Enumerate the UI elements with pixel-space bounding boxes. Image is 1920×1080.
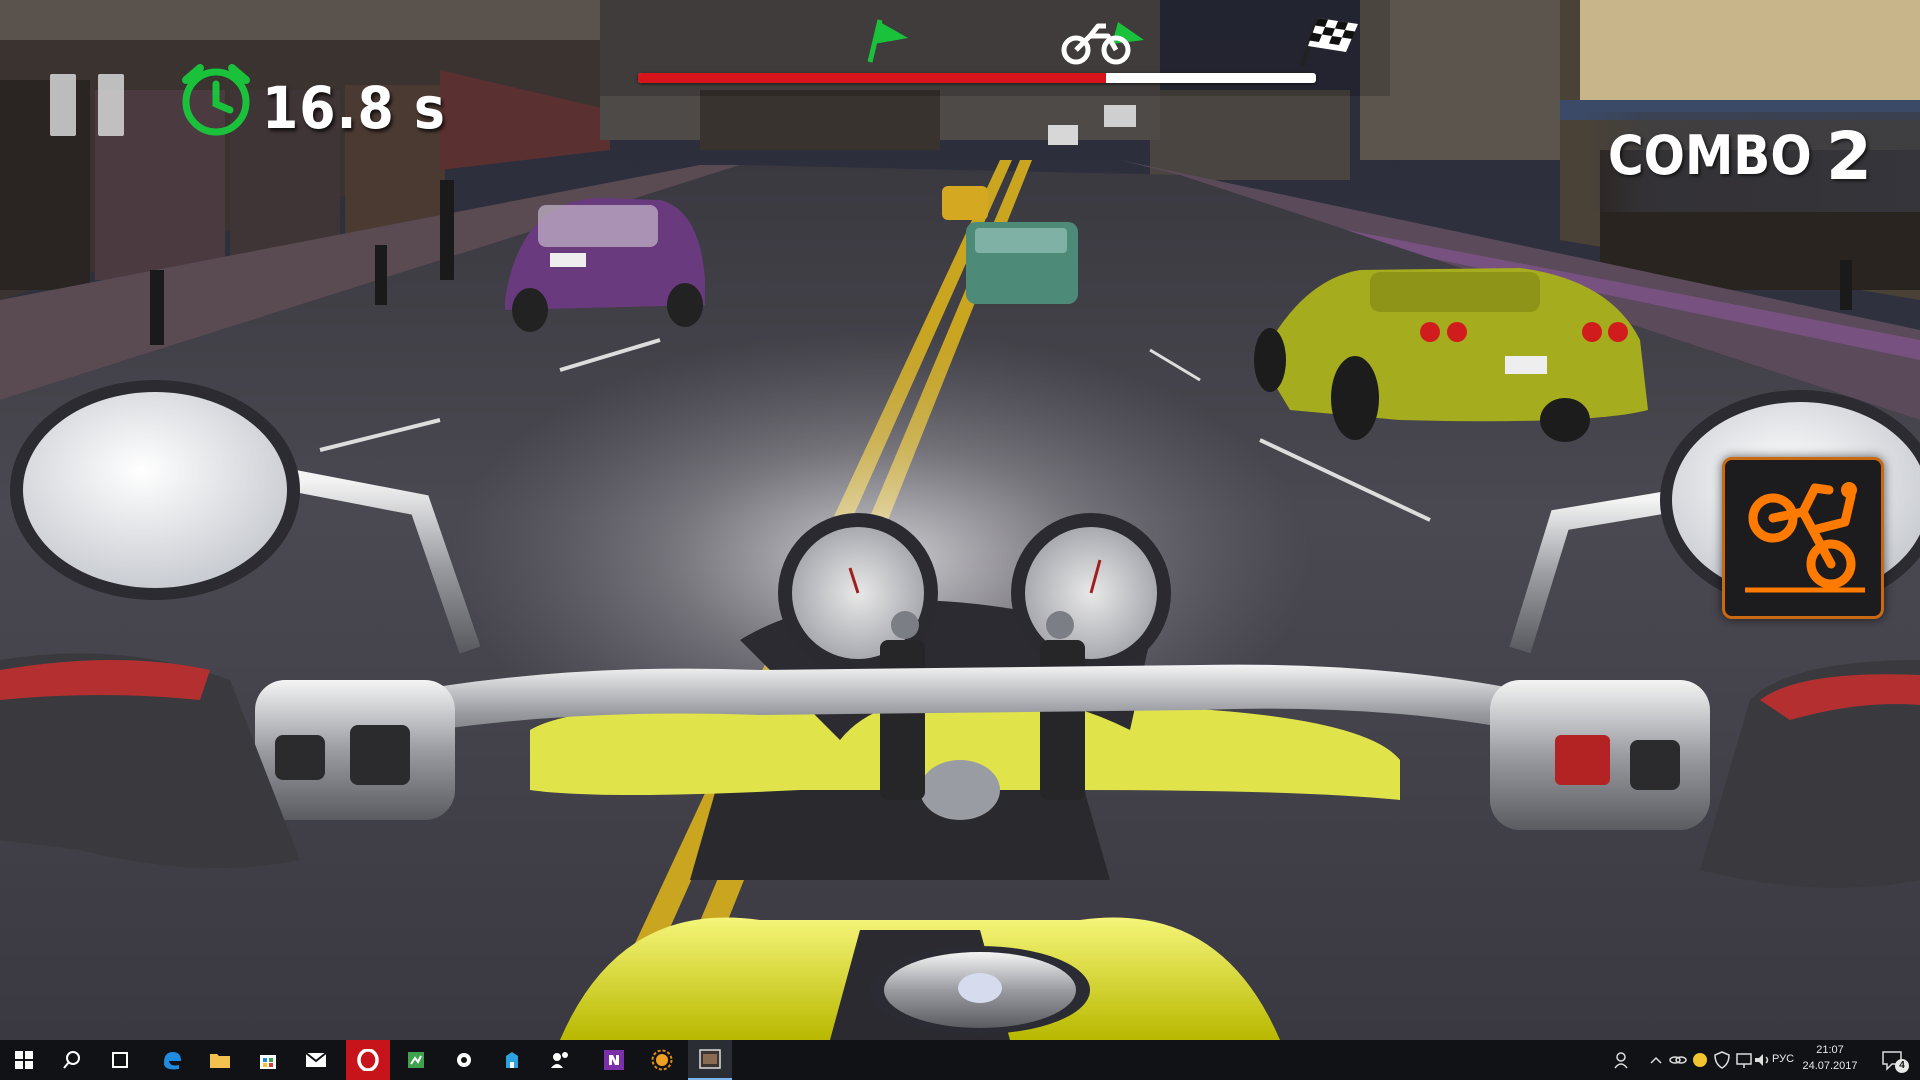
search-button[interactable]: [50, 1040, 94, 1080]
volume-tray-icon[interactable]: [1752, 1050, 1772, 1070]
wheelie-icon: [1745, 482, 1865, 593]
shield-tray-icon[interactable]: [1712, 1050, 1732, 1070]
motorbike-icon: [1060, 14, 1146, 66]
app-icon: [506, 1052, 518, 1068]
clock-time: 21:07: [1816, 1044, 1844, 1056]
chevron-up-icon[interactable]: [1646, 1050, 1666, 1070]
taskbar-onenote[interactable]: [592, 1040, 636, 1080]
taskbar-game-app[interactable]: [688, 1040, 732, 1080]
emoji-tray-icon[interactable]: [1690, 1050, 1710, 1070]
task-view-icon: [112, 1052, 128, 1068]
notification-count: 4: [1895, 1059, 1909, 1073]
wheelie-button[interactable]: [1722, 457, 1884, 619]
taskbar-app-1[interactable]: [394, 1040, 438, 1080]
store-icon: [260, 1055, 276, 1069]
game-app-icon: [699, 1049, 721, 1069]
taskbar-app-3[interactable]: [640, 1040, 684, 1080]
input-language[interactable]: РУС: [1772, 1053, 1794, 1065]
taskbar-people[interactable]: [538, 1040, 582, 1080]
race-progress-fill: [638, 73, 1106, 83]
settings-icon: [457, 1053, 471, 1067]
combo-label: COMBO: [1608, 124, 1812, 187]
taskbar-app-2[interactable]: [490, 1040, 534, 1080]
taskbar-store[interactable]: [246, 1040, 290, 1080]
start-button[interactable]: [0, 1040, 48, 1080]
taskbar-settings[interactable]: [442, 1040, 486, 1080]
race-timer: 16.8 s: [262, 74, 446, 142]
start-icon: [15, 1051, 33, 1069]
task-view-button[interactable]: [98, 1040, 142, 1080]
pause-icon: [50, 74, 76, 136]
sun-app-icon: [651, 1049, 673, 1071]
mail-icon: [305, 1052, 327, 1067]
taskbar-edge[interactable]: [150, 1040, 194, 1080]
search-icon: [63, 1051, 80, 1069]
network-tray-icon[interactable]: [1734, 1050, 1754, 1070]
action-center-button[interactable]: 4: [1880, 1049, 1909, 1073]
taskbar-opera[interactable]: [346, 1040, 390, 1080]
file-explorer-icon: [210, 1054, 230, 1068]
link-tray-icon[interactable]: [1668, 1050, 1688, 1070]
people-tray-icon[interactable]: [1612, 1050, 1632, 1070]
edge-icon: [164, 1052, 181, 1070]
people-icon: [551, 1052, 568, 1068]
onenote-icon: [604, 1050, 624, 1070]
taskbar-mail[interactable]: [294, 1040, 338, 1080]
taskbar-file-explorer[interactable]: [198, 1040, 242, 1080]
race-progress-bar: [638, 73, 1316, 83]
checkered-flag-icon: [1296, 14, 1364, 68]
combo-value: 2: [1826, 118, 1872, 195]
app-icon: [408, 1052, 424, 1068]
stopwatch-icon: [178, 62, 254, 138]
green-flag-icon: [862, 18, 912, 64]
windows-taskbar: РУС 21:07 24.07.2017 4: [0, 1040, 1920, 1080]
clock-date: 24.07.2017: [1802, 1060, 1858, 1072]
clock[interactable]: 21:07 24.07.2017: [1800, 1042, 1860, 1074]
opera-icon: [357, 1049, 379, 1071]
pause-button[interactable]: [50, 74, 125, 136]
